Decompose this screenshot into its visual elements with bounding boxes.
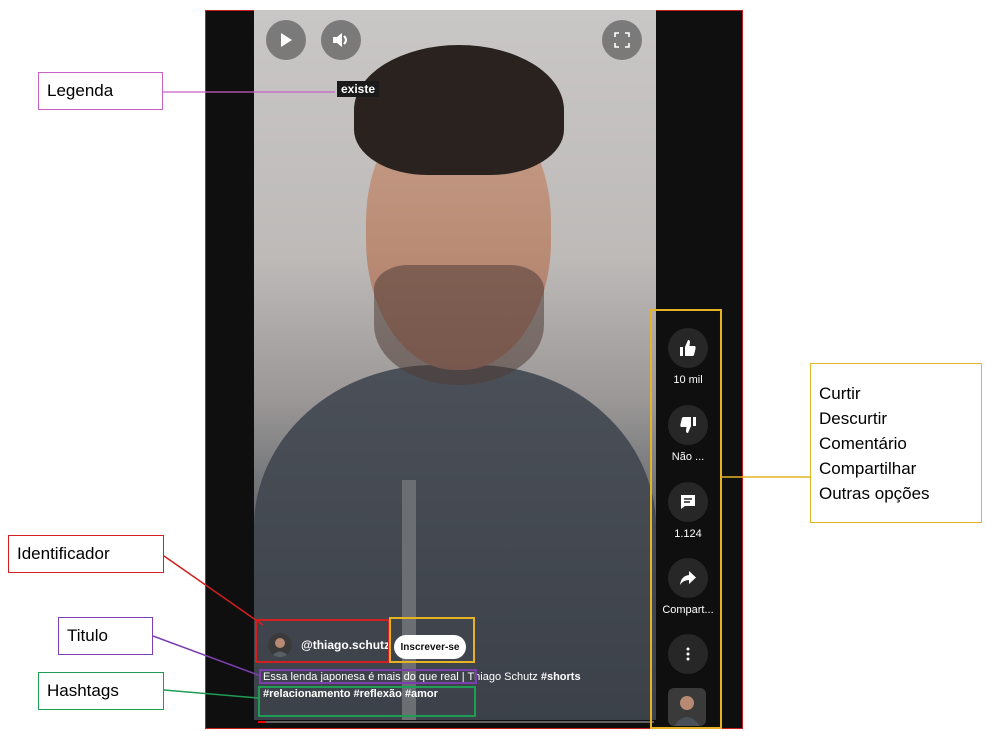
action-compartilhar: Compartilhar [819,458,917,478]
identificador-annotation: Identificador [8,535,164,573]
legenda-annotation: Legenda [38,72,163,110]
titulo-annotation: Titulo [58,617,153,655]
action-outras-opcoes: Outras opções [819,483,930,503]
action-descurtir: Descurtir [819,408,888,428]
actions-annotation: Curtir Descurtir Comentário Compartilhar… [810,363,982,523]
action-comentario: Comentário [819,433,907,453]
hashtags-annotation: Hashtags [38,672,164,710]
action-curtir: Curtir [819,383,861,403]
